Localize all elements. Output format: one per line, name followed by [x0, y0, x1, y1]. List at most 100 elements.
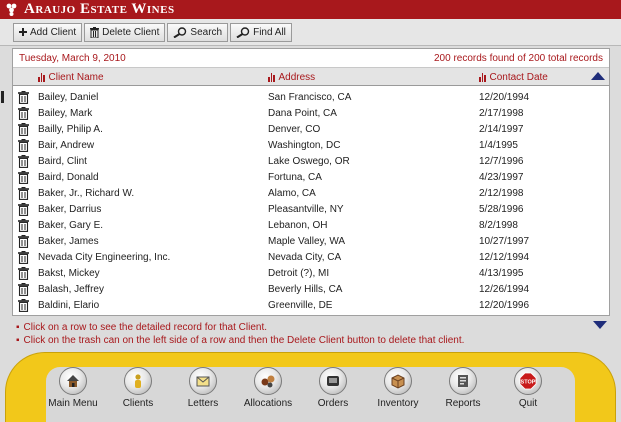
client-name-cell: Baker, James: [38, 235, 99, 247]
address-cell: Lake Oswego, OR: [268, 155, 350, 167]
header-client-name-label: Client Name: [48, 71, 104, 83]
address-cell: Beverly Hills, CA: [268, 283, 343, 295]
search-label: Search: [190, 26, 223, 38]
find-all-button[interactable]: Find All: [230, 22, 292, 42]
search-button[interactable]: Search: [167, 22, 229, 42]
table-row[interactable]: Baldini, Elario Greenville, DE 12/20/1996: [13, 297, 594, 313]
reports-icon: [449, 367, 477, 395]
sort-bars-icon: [38, 72, 45, 82]
client-name-cell: Nevada City Engineering, Inc.: [38, 251, 171, 263]
header-contact-date[interactable]: Contact Date: [479, 68, 548, 86]
client-name-cell: Bair, Andrew: [38, 139, 95, 151]
add-client-button[interactable]: Add Client: [13, 22, 83, 42]
contact-date-cell: 8/2/1998: [479, 219, 518, 231]
dock-inventory-button[interactable]: Inventory: [365, 367, 431, 409]
sort-bars-icon: [479, 72, 486, 82]
contact-date-cell: 12/20/1996: [479, 299, 530, 311]
contact-date-cell: 2/17/1998: [479, 107, 524, 119]
info-bar: Tuesday, March 9, 2010 200 records found…: [13, 49, 609, 68]
table-row[interactable]: Bailly, Philip A. Denver, CO 2/14/1997: [13, 121, 594, 137]
table-row[interactable]: Bair, Andrew Washington, DC 1/4/1995: [13, 137, 594, 153]
client-name-cell: Bailey, Daniel: [38, 91, 99, 103]
address-cell: Fortuna, CA: [268, 171, 322, 183]
dock-quit-button[interactable]: STOP Quit: [495, 367, 561, 409]
delete-client-label: Delete Client: [102, 26, 160, 38]
address-cell: Pleasantville, NY: [268, 203, 344, 215]
dock-letters-button[interactable]: Letters: [170, 367, 236, 409]
client-name-cell: Bailly, Philip A.: [38, 123, 103, 135]
table-row[interactable]: Baker, James Maple Valley, WA 10/27/1997: [13, 233, 594, 249]
delete-client-button[interactable]: Delete Client: [84, 22, 166, 42]
contact-date-cell: 2/12/1998: [479, 187, 524, 199]
toolbar: Add Client Delete Client Search Find All: [0, 19, 621, 46]
dock-label: Clients: [122, 398, 154, 409]
dock-label: Reports: [445, 398, 481, 409]
dock-label: Quit: [518, 398, 538, 409]
address-cell: Detroit (?), MI: [268, 267, 330, 279]
table-row[interactable]: Baker, Gary E. Lebanon, OH 8/2/1998: [13, 217, 594, 233]
letter-icon: [189, 367, 217, 395]
grape-logo-icon: [0, 0, 24, 19]
contact-date-cell: 4/23/1997: [479, 171, 524, 183]
plus-icon: [19, 28, 27, 36]
dock-label: Allocations: [243, 398, 293, 409]
dock-allocations-button[interactable]: Allocations: [235, 367, 301, 409]
dock-clients-button[interactable]: Clients: [105, 367, 171, 409]
table-row[interactable]: Baird, Clint Lake Oswego, OR 12/7/1996: [13, 153, 594, 169]
client-name-cell: Baker, Darrius: [38, 203, 102, 215]
table-row[interactable]: Balash, Jeffrey Beverly Hills, CA 12/26/19…: [13, 281, 594, 297]
table-row[interactable]: Bakst, Mickey Detroit (?), MI 4/13/1995: [13, 265, 594, 281]
magnifier-icon: [173, 26, 187, 38]
scroll-down-arrow-icon[interactable]: [593, 321, 607, 329]
address-cell: Maple Valley, WA: [268, 235, 346, 247]
table-row[interactable]: Nevada City Engineering, Inc. Nevada City…: [13, 249, 594, 265]
dock-label: Inventory: [377, 398, 419, 409]
address-cell: Greenville, DE: [268, 299, 333, 311]
header-address-label: Address: [278, 71, 316, 83]
scrollbar-track[interactable]: [594, 89, 609, 315]
magnifier-icon: [236, 26, 250, 38]
dock-reports-button[interactable]: Reports: [430, 367, 496, 409]
orders-icon: [319, 367, 347, 395]
contact-date-cell: 12/12/1994: [479, 251, 530, 263]
client-name-cell: Balash, Jeffrey: [38, 283, 104, 295]
address-cell: Nevada City, CA: [268, 251, 342, 263]
table-row[interactable]: Bailey, Daniel San Francisco, CA 12/20/199…: [13, 89, 594, 105]
table-row[interactable]: Baker, Darrius Pleasantville, NY 5/28/1996: [13, 201, 594, 217]
client-name-cell: Baird, Donald: [38, 171, 99, 183]
contact-date-cell: 12/26/1994: [479, 283, 530, 295]
dock-label: Letters: [187, 398, 219, 409]
client-name-cell: Baker, Gary E.: [38, 219, 104, 231]
client-rows: Bailey, Daniel San Francisco, CA 12/20/199…: [13, 89, 595, 315]
address-cell: Washington, DC: [268, 139, 341, 151]
client-name-cell: Baldini, Elario: [38, 299, 100, 311]
client-name-cell: Baird, Clint: [38, 155, 87, 167]
inventory-box-icon: [384, 367, 412, 395]
svg-text:STOP: STOP: [521, 380, 536, 386]
find-all-label: Find All: [253, 26, 286, 38]
address-cell: Alamo, CA: [268, 187, 316, 199]
row-trash-icon[interactable]: [18, 299, 29, 315]
hint-line: Click on the trash can on the left side …: [16, 334, 465, 347]
table-row[interactable]: Baird, Donald Fortuna, CA 4/23/1997: [13, 169, 594, 185]
scroll-up-arrow-icon[interactable]: [591, 72, 605, 80]
column-headers: Client Name Address Contact Date: [13, 68, 609, 86]
help-hints: Click on a row to see the detailed recor…: [16, 321, 465, 347]
allocations-icon: [254, 367, 282, 395]
contact-date-cell: 4/13/1995: [479, 267, 524, 279]
header-address[interactable]: Address: [268, 68, 315, 86]
dock-main-menu-button[interactable]: Main Menu: [40, 367, 106, 409]
contact-date-cell: 12/7/1996: [479, 155, 524, 167]
title-bar: Araujo Estate Wines: [0, 0, 621, 19]
record-count: 200 records found of 200 total records: [434, 52, 603, 64]
address-cell: Lebanon, OH: [268, 219, 328, 231]
row-selection-marker: [1, 91, 4, 103]
dock-orders-button[interactable]: Orders: [300, 367, 366, 409]
add-client-label: Add Client: [30, 26, 77, 38]
header-client-name[interactable]: Client Name: [38, 68, 104, 86]
table-row[interactable]: Bailey, Mark Dana Point, CA 2/17/1998: [13, 105, 594, 121]
contact-date-cell: 2/14/1997: [479, 123, 524, 135]
table-row[interactable]: Baker, Jr., Richard W. Alamo, CA 2/12/1998: [13, 185, 594, 201]
contact-date-cell: 12/20/1994: [479, 91, 530, 103]
client-name-cell: Bailey, Mark: [38, 107, 93, 119]
